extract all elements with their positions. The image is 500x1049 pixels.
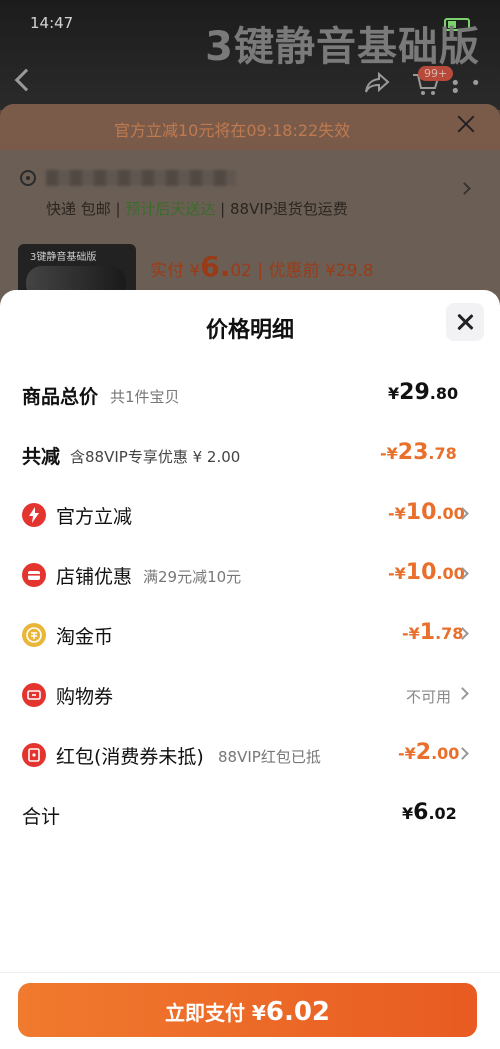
sheet-title: 价格明细 [205, 318, 294, 343]
row-sub: 满29元减10元 [143, 568, 242, 586]
row-shopping-voucher[interactable]: 购物券 不可用 [0, 674, 500, 714]
chevron-right-icon [456, 687, 469, 700]
row-label: 店铺优惠 [56, 566, 133, 588]
pay-button-label: 立即支付 ¥6.02 [164, 997, 331, 1027]
status-time: 14:47 [30, 14, 74, 32]
pay-button-amount: 6.02 [265, 997, 331, 1027]
order-close-icon[interactable] [455, 113, 477, 135]
address-blurred [46, 170, 236, 186]
paid-int: 6. [200, 250, 231, 283]
row-total-discount: 共减 含88VIP专享优惠 ¥ 2.00 -¥23.78 [0, 434, 500, 474]
pay-now-button[interactable]: 立即支付 ¥6.02 [18, 983, 477, 1037]
row-taojinbi[interactable]: 淘金币 -¥1.78 [0, 614, 500, 654]
row-red-envelope[interactable]: 红包(消费券未抵) 88VIP红包已抵 -¥2.00 [0, 734, 500, 774]
row-label: 官方立减 [56, 506, 133, 528]
row-total-price: 商品总价 共1件宝贝 ¥29.80 [0, 374, 500, 414]
row-sub: 含88VIP专享优惠 ¥ 2.00 [70, 448, 241, 466]
ticket-icon [22, 683, 46, 707]
coin-icon [22, 623, 46, 647]
row-shop-discount[interactable]: 店铺优惠 满29元减10元 -¥10.00 [0, 554, 500, 594]
price-detail-sheet: 价格明细 商品总价 共1件宝贝 ¥29.80 共减 含88VIP专享优惠 ¥ 2… [0, 290, 500, 1049]
row-label: 购物券 [56, 686, 114, 708]
return-note: 88VIP退货包运费 [229, 200, 348, 218]
row-label: 合计 [22, 806, 61, 828]
row-amount: -¥1.78 [402, 620, 464, 645]
row-amount: -¥23.78 [380, 440, 457, 465]
share-icon[interactable] [364, 72, 390, 94]
row-official-discount[interactable]: 官方立减 -¥10.00 [0, 494, 500, 534]
delivery-eta: 预计后天送达 [125, 200, 216, 218]
countdown-text: 官方立减10元将在09:18:22失效 [114, 121, 351, 140]
row-status: 不可用 [406, 688, 452, 706]
row-amount: ¥29.80 [388, 380, 459, 405]
row-grand-total: 合计 ¥6.02 [0, 794, 500, 834]
row-amount: -¥10.00 [388, 500, 465, 525]
product-thumb-text: 3键静音基础版 [30, 252, 97, 263]
paid-summary: 实付 ¥6.02 | 优惠前 ¥29.8 [150, 250, 374, 283]
delivery-info: 快递 包邮 | 预计后天送达 | 88VIP退货包运费 [46, 200, 348, 218]
red-envelope-icon [22, 743, 46, 767]
countdown-banner: 官方立减10元将在09:18:22失效 [0, 104, 500, 150]
row-sub: 88VIP红包已抵 [218, 748, 321, 766]
row-label: 共减 [22, 446, 61, 468]
row-amount: -¥10.00 [388, 560, 465, 585]
product-banner-title: 3键静音基础版 [205, 24, 480, 70]
shop-icon [22, 563, 46, 587]
paid-label: 实付 ¥ [150, 261, 201, 281]
close-button[interactable] [446, 303, 484, 341]
row-amount: -¥2.00 [398, 740, 460, 765]
delivery-method: 快递 包邮 [46, 200, 111, 218]
before-discount: | 优惠前 ¥29.8 [257, 261, 374, 281]
more-icon[interactable]: • • • [450, 75, 484, 101]
row-sub: 共1件宝贝 [110, 388, 180, 406]
lightning-icon [22, 503, 46, 527]
row-amount: ¥6.02 [402, 800, 457, 825]
location-pin-icon [20, 170, 36, 186]
row-label: 淘金币 [56, 626, 114, 648]
paid-dec: 02 [230, 261, 252, 281]
row-label: 红包(消费券未抵) [56, 746, 204, 768]
row-label: 商品总价 [22, 386, 99, 408]
pay-bar: 立即支付 ¥6.02 [0, 972, 500, 1049]
cart-count-badge: 99+ [418, 66, 454, 81]
